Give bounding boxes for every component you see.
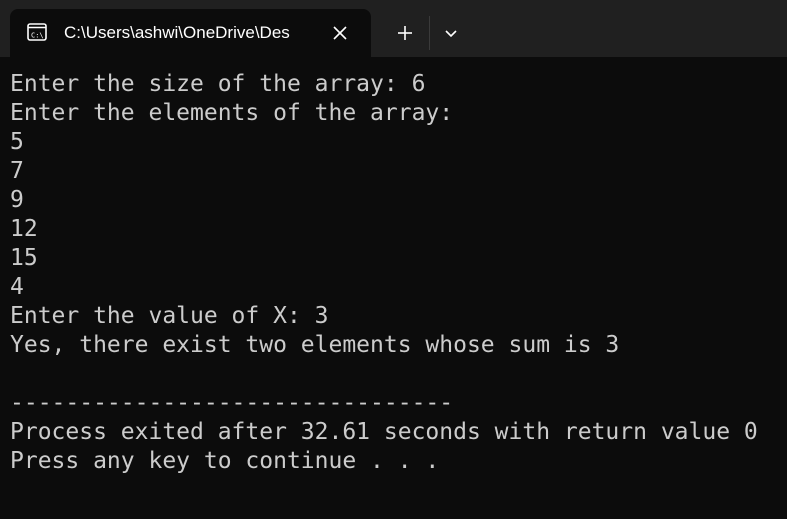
tab-icon-text: C:\ <box>31 32 44 40</box>
console-line: 9 <box>10 187 24 213</box>
console-line: -------------------------------- <box>10 390 454 416</box>
tab-title: C:\Users\ashwi\OneDrive\Des <box>64 23 290 42</box>
terminal-tab[interactable]: C:\ C:\Users\ashwi\OneDrive\Des <box>10 9 371 57</box>
console-output[interactable]: Enter the size of the array: 6 Enter the… <box>10 70 780 476</box>
console-line: 12 <box>10 216 38 242</box>
close-icon[interactable] <box>328 21 352 45</box>
terminal-icon: C:\ <box>27 23 47 41</box>
console-line: Press any key to continue . . . <box>10 448 440 474</box>
console-line: 4 <box>10 274 24 300</box>
console-line: Yes, there exist two elements whose sum … <box>10 332 620 358</box>
console-line: Enter the value of X: 3 <box>10 303 329 329</box>
console-line: 5 <box>10 129 24 155</box>
chevron-down-icon[interactable] <box>436 19 466 49</box>
console-line: 7 <box>10 158 24 184</box>
plus-icon[interactable] <box>384 19 426 49</box>
title-bar: C:\ C:\Users\ashwi\OneDrive\Des <box>0 0 787 57</box>
terminal-window: C:\ C:\Users\ashwi\OneDrive\Des Enter th… <box>0 0 787 519</box>
console-line: Enter the elements of the array: <box>10 100 454 126</box>
tab-separator <box>429 16 430 50</box>
console-line: Enter the size of the array: 6 <box>10 71 426 97</box>
console-line: 15 <box>10 245 38 271</box>
console-line: Process exited after 32.61 seconds with … <box>10 419 758 445</box>
